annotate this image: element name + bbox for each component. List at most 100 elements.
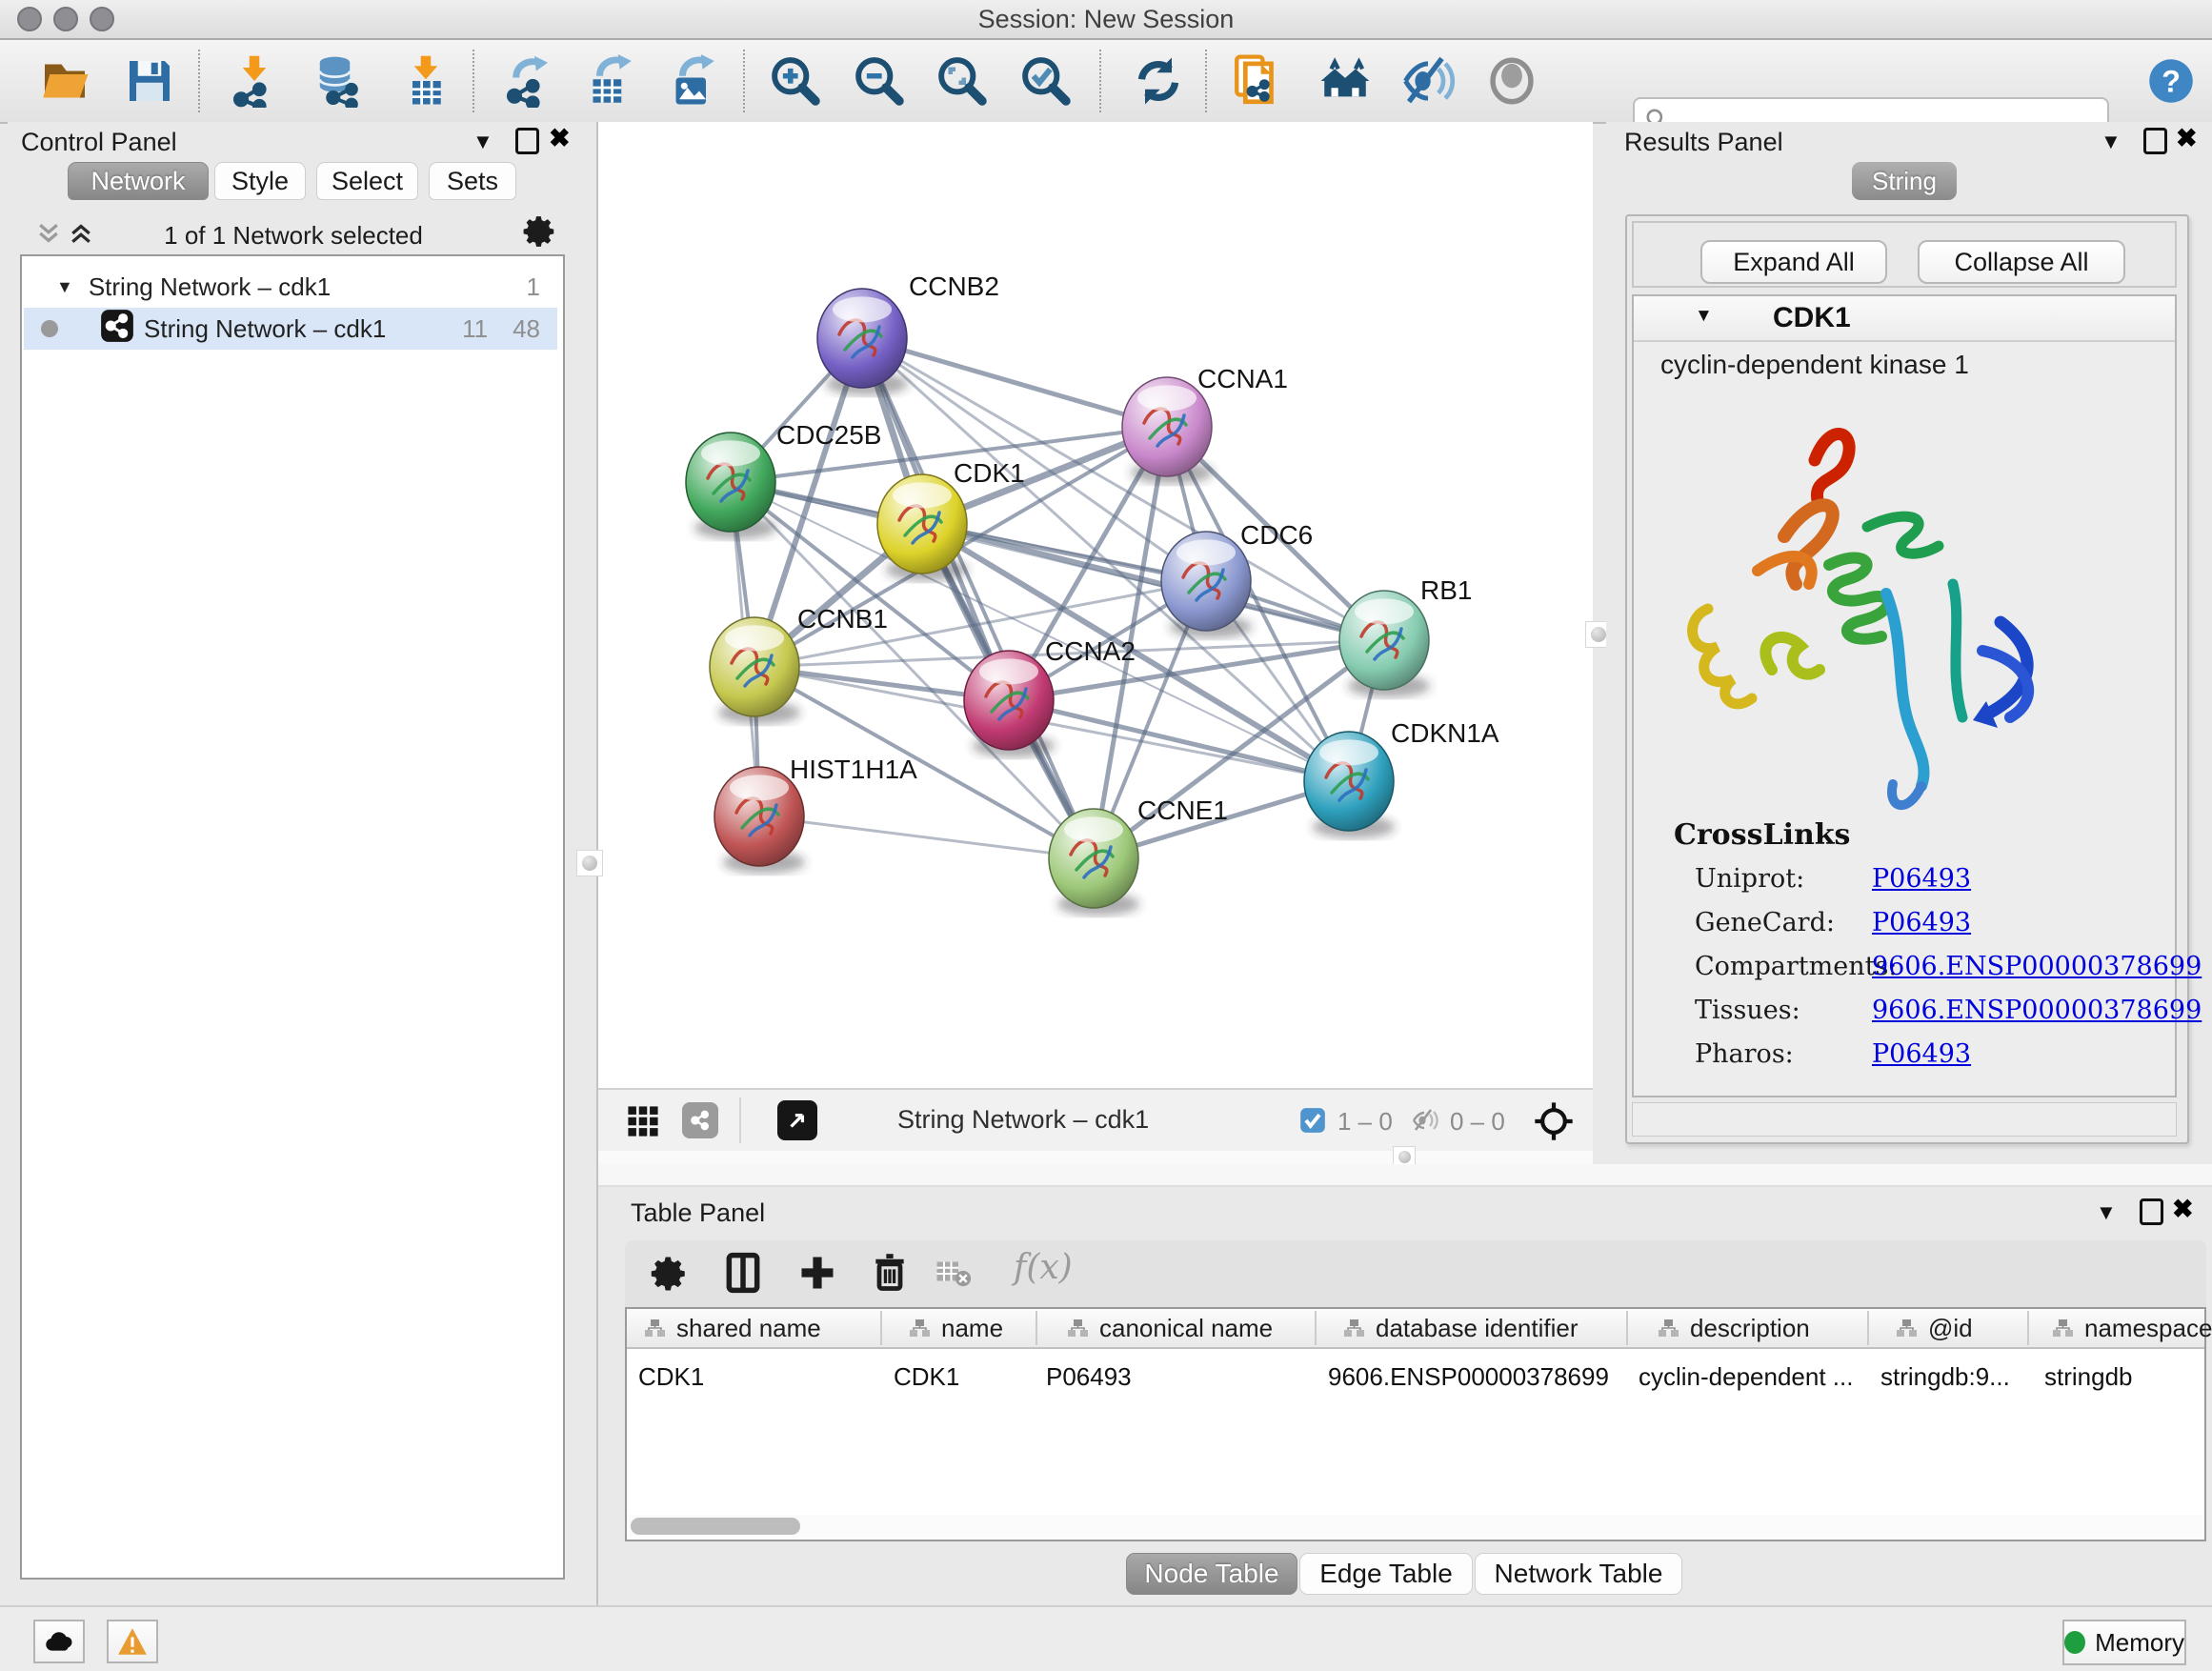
column-header[interactable]: database identifier (1343, 1313, 1578, 1343)
scrollbar-thumb[interactable] (631, 1518, 800, 1535)
string-document-icon[interactable] (1228, 51, 1287, 111)
import-network-database-icon[interactable] (309, 51, 368, 111)
table-cell[interactable]: CDK1 (638, 1362, 704, 1392)
string-home-icon[interactable] (1316, 51, 1375, 111)
cloud-automation-button[interactable] (33, 1620, 85, 1663)
results-panel-menu-icon[interactable]: ▼ (2101, 130, 2122, 154)
tab-string[interactable]: String (1852, 162, 1957, 200)
help-icon[interactable]: ? (2142, 51, 2201, 111)
hidden-counts: 0 – 0 (1450, 1107, 1505, 1137)
node-CDK1[interactable]: CDK1 (877, 458, 1025, 581)
node-CCNA1[interactable]: CCNA1 (1122, 364, 1288, 484)
zoom-selected-icon[interactable] (1016, 51, 1076, 111)
table-cell[interactable]: CDK1 (894, 1362, 959, 1392)
results-panel: Results Panel ▼ ✖ String Expand All Coll… (1606, 122, 2212, 1172)
node-RB1[interactable]: RB1 (1339, 575, 1472, 697)
results-panel-float-icon[interactable] (2143, 128, 2167, 154)
table-cell[interactable]: stringdb (2044, 1362, 2133, 1392)
export-image-icon[interactable] (663, 51, 722, 111)
network-canvas[interactable]: CCNB2CCNA1CDC25BCDK1CDC6RB1CCNB1CCNA2CDK… (598, 122, 1593, 1088)
expand-all-networks-icon[interactable] (67, 219, 95, 252)
table-settings-gear-icon[interactable] (650, 1254, 690, 1299)
network-graph[interactable]: CCNB2CCNA1CDC25BCDK1CDC6RB1CCNB1CCNA2CDK… (598, 122, 1593, 1088)
column-header[interactable]: namespace (2052, 1313, 2212, 1343)
crosslink-link[interactable]: P06493 (1872, 864, 1971, 894)
fit-selected-crosshair-icon[interactable] (1534, 1101, 1574, 1146)
network-collection-row[interactable]: ▼ String Network – cdk1 1 (24, 266, 557, 308)
import-network-file-icon[interactable] (225, 51, 284, 111)
column-header[interactable]: shared name (644, 1313, 821, 1343)
network-row[interactable]: String Network – cdk1 11 48 (24, 308, 557, 350)
table-panel-menu-icon[interactable]: ▼ (2096, 1200, 2117, 1225)
collapse-all-networks-icon[interactable] (34, 219, 63, 252)
results-scroll-gap (1632, 1102, 2177, 1137)
node-CDKN1A[interactable]: CDKN1A (1304, 718, 1499, 838)
control-panel-menu-icon[interactable]: ▼ (473, 130, 493, 154)
table-cell[interactable]: stringdb:9... (1880, 1362, 2010, 1392)
tab-sets[interactable]: Sets (429, 162, 516, 200)
tab-style[interactable]: Style (214, 162, 306, 200)
network-edge[interactable] (1009, 700, 1349, 781)
tab-node-table[interactable]: Node Table (1126, 1553, 1297, 1595)
crosslink-link[interactable]: P06493 (1872, 1039, 1971, 1069)
open-session-icon[interactable] (35, 51, 94, 111)
node-table[interactable]: shared name name canonical name database id… (625, 1307, 2206, 1541)
tab-network[interactable]: Network (68, 162, 209, 200)
crosslink-link[interactable]: P06493 (1872, 908, 1971, 937)
zoom-fit-icon[interactable] (933, 51, 992, 111)
horizontal-scrollbar[interactable] (629, 1515, 2202, 1538)
node-CDC6[interactable]: CDC6 (1161, 520, 1313, 638)
gene-section-header[interactable]: ▼ CDK1 (1634, 296, 2175, 342)
column-header[interactable]: @id (1896, 1313, 1973, 1343)
string-panel-toggle-icon[interactable] (682, 1102, 718, 1138)
column-header[interactable]: canonical name (1067, 1313, 1273, 1343)
birds-eye-grid-icon[interactable] (627, 1105, 659, 1142)
table-panel-splitter[interactable] (598, 1164, 2212, 1187)
node-CCNB2[interactable]: CCNB2 (817, 272, 999, 395)
table-cell[interactable]: 9606.ENSP00000378699 (1328, 1362, 1609, 1392)
refresh-icon[interactable] (1129, 51, 1188, 111)
column-header[interactable]: description (1658, 1313, 1810, 1343)
detach-view-icon[interactable] (777, 1100, 817, 1140)
network-options-gear-icon[interactable] (522, 213, 558, 254)
export-table-icon[interactable] (580, 51, 639, 111)
zoom-in-icon[interactable] (766, 51, 825, 111)
collapse-all-button[interactable]: Collapse All (1918, 240, 2125, 284)
delete-column-trash-icon[interactable] (869, 1252, 911, 1299)
tab-edge-table[interactable]: Edge Table (1299, 1553, 1473, 1595)
table-panel-float-icon[interactable] (2140, 1198, 2163, 1225)
table-cell[interactable]: cyclin-dependent ... (1639, 1362, 1853, 1392)
node-CCNA2[interactable]: CCNA2 (964, 636, 1136, 757)
create-column-plus-icon[interactable] (796, 1252, 838, 1299)
results-panel-close-icon[interactable]: ✖ (2176, 124, 2198, 153)
hide-glass-effect-icon[interactable] (1398, 51, 1458, 111)
node-CCNE1[interactable]: CCNE1 (1049, 795, 1228, 916)
node-HIST1H1A[interactable]: HIST1H1A (714, 755, 917, 874)
memory-button[interactable]: Memory (2062, 1620, 2186, 1665)
collection-expand-icon[interactable]: ▼ (56, 277, 73, 297)
left-splitter-handle[interactable] (576, 850, 603, 876)
string-app-icon (100, 309, 134, 350)
tab-network-table[interactable]: Network Table (1475, 1553, 1682, 1595)
crosslink-link[interactable]: 9606.ENSP00000378699 (1872, 996, 2202, 1025)
tab-select[interactable]: Select (316, 162, 418, 200)
import-table-icon[interactable] (396, 51, 455, 111)
node-CCNB1[interactable]: CCNB1 (710, 604, 888, 724)
show-columns-icon[interactable] (722, 1252, 764, 1299)
table-cell[interactable]: P06493 (1046, 1362, 1132, 1392)
selected-checkbox-icon[interactable] (1299, 1107, 1326, 1138)
control-panel-close-icon[interactable]: ✖ (549, 124, 571, 153)
network-edge[interactable] (759, 816, 1094, 858)
control-panel-float-icon[interactable] (515, 128, 539, 154)
warning-button[interactable] (107, 1620, 158, 1663)
save-session-icon[interactable] (120, 51, 179, 111)
column-header[interactable]: name (909, 1313, 1003, 1343)
zoom-out-icon[interactable] (850, 51, 909, 111)
network-edge[interactable] (862, 338, 1167, 427)
show-glass-effect-icon[interactable] (1482, 51, 1541, 111)
crosslink-link[interactable]: 9606.ENSP00000378699 (1872, 952, 2202, 981)
expand-all-button[interactable]: Expand All (1700, 240, 1887, 284)
table-panel-close-icon[interactable]: ✖ (2172, 1195, 2194, 1224)
gene-collapse-icon[interactable]: ▼ (1695, 306, 1713, 327)
export-network-icon[interactable] (498, 51, 557, 111)
